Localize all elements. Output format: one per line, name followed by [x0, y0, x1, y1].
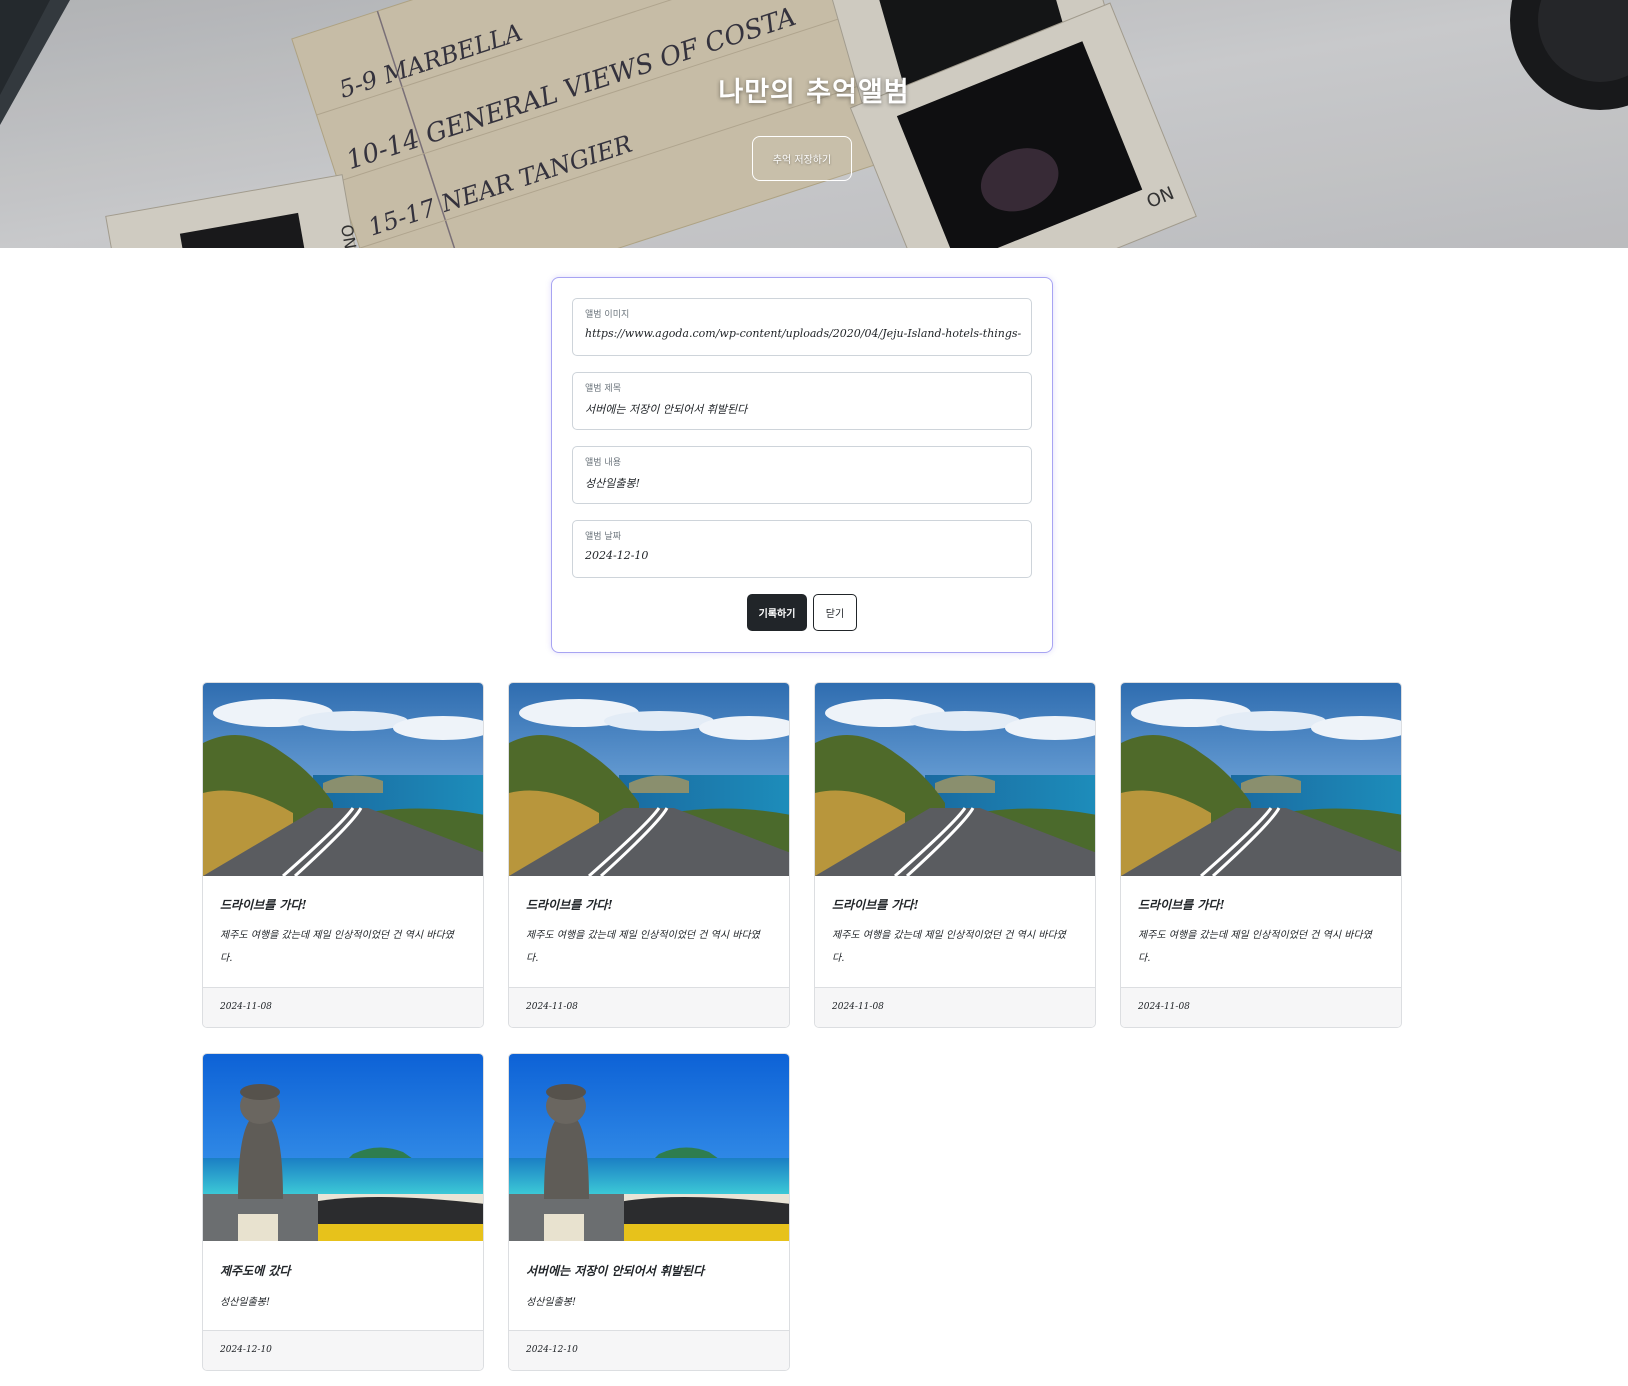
card-date: 2024-11-08 [526, 1002, 578, 1012]
album-card[interactable]: 드라이브를 가다! 제주도 여행을 갔는데 제일 인상적이었던 건 역시 바다였… [202, 682, 484, 1028]
card-date: 2024-12-10 [220, 1345, 272, 1355]
card-image [509, 1054, 790, 1241]
album-content-label: 앨범 내용 [585, 458, 621, 468]
card-footer: 2024-11-08 [815, 987, 1095, 1027]
album-card[interactable]: 드라이브를 가다! 제주도 여행을 갔는데 제일 인상적이었던 건 역시 바다였… [1120, 682, 1402, 1028]
card-footer: 2024-11-08 [509, 987, 789, 1027]
hero-banner: 5-9 MARBELLA 10-14 GENERAL VIEWS OF COST… [0, 0, 1628, 248]
card-text: 제주도 여행을 갔는데 제일 인상적이었던 건 역시 바다였다. [220, 930, 454, 964]
album-form: 앨범 이미지 https://www.agoda.com/wp-content/… [551, 277, 1053, 653]
card-title: 드라이브를 가다! [526, 898, 613, 912]
card-date: 2024-11-08 [1138, 1002, 1190, 1012]
card-footer: 2024-12-10 [203, 1330, 483, 1370]
card-image [203, 1054, 484, 1241]
save-memory-button[interactable]: 추억 저장하기 [752, 136, 852, 181]
card-body: 드라이브를 가다! 제주도 여행을 갔는데 제일 인상적이었던 건 역시 바다였… [203, 876, 483, 988]
card-title: 드라이브를 가다! [1138, 898, 1225, 912]
album-card[interactable]: 드라이브를 가다! 제주도 여행을 갔는데 제일 인상적이었던 건 역시 바다였… [814, 682, 1096, 1028]
card-footer: 2024-12-10 [509, 1330, 789, 1370]
card-body: 드라이브를 가다! 제주도 여행을 갔는데 제일 인상적이었던 건 역시 바다였… [509, 876, 789, 988]
album-image-label: 앨범 이미지 [585, 310, 630, 320]
card-image [203, 683, 484, 876]
album-card[interactable]: 제주도에 갔다 성산일출봉! 2024-12-10 [202, 1053, 484, 1371]
album-title-label: 앨범 제목 [585, 384, 621, 394]
card-body: 드라이브를 가다! 제주도 여행을 갔는데 제일 인상적이었던 건 역시 바다였… [1121, 876, 1401, 988]
card-title: 서버에는 저장이 안되어서 휘발된다 [526, 1264, 705, 1278]
card-date: 2024-11-08 [220, 1002, 272, 1012]
card-footer: 2024-11-08 [1121, 987, 1401, 1027]
card-title: 드라이브를 가다! [832, 898, 919, 912]
album-card[interactable]: 서버에는 저장이 안되어서 휘발된다 성산일출봉! 2024-12-10 [508, 1053, 790, 1371]
card-text: 성산일출봉! [526, 1297, 577, 1308]
card-title: 제주도에 갔다 [220, 1264, 291, 1278]
card-body: 드라이브를 가다! 제주도 여행을 갔는데 제일 인상적이었던 건 역시 바다였… [815, 876, 1095, 988]
card-text: 제주도 여행을 갔는데 제일 인상적이었던 건 역시 바다였다. [1138, 930, 1372, 964]
card-text: 성산일출봉! [220, 1297, 271, 1308]
hero-title: 나만의 추억앨범 [718, 77, 910, 108]
album-content-field[interactable]: 앨범 내용 성산일출봉! [572, 446, 1032, 504]
album-content-value: 성산일출봉! [585, 477, 641, 490]
card-text: 제주도 여행을 갔는데 제일 인상적이었던 건 역시 바다였다. [526, 930, 760, 964]
album-date-value: 2024-12-10 [585, 549, 649, 562]
album-card[interactable]: 드라이브를 가다! 제주도 여행을 갔는데 제일 인상적이었던 건 역시 바다였… [508, 682, 790, 1028]
card-title: 드라이브를 가다! [220, 898, 307, 912]
album-image-value: https://www.agoda.com/wp-content/uploads… [585, 327, 1021, 340]
album-title-field[interactable]: 앨범 제목 서버에는 저장이 안되어서 휘발된다 [572, 372, 1032, 430]
card-image [1121, 683, 1402, 876]
album-image-field[interactable]: 앨범 이미지 https://www.agoda.com/wp-content/… [572, 298, 1032, 356]
card-image [509, 683, 790, 876]
card-footer: 2024-11-08 [203, 987, 483, 1027]
card-date: 2024-12-10 [526, 1345, 578, 1355]
album-date-label: 앨범 날짜 [585, 532, 621, 542]
card-image [815, 683, 1096, 876]
hero-overlay [0, 0, 1628, 248]
album-title-value: 서버에는 저장이 안되어서 휘발된다 [585, 403, 748, 416]
close-button[interactable]: 닫기 [813, 594, 857, 631]
card-text: 제주도 여행을 갔는데 제일 인상적이었던 건 역시 바다였다. [832, 930, 1066, 964]
card-date: 2024-11-08 [832, 1002, 884, 1012]
record-button[interactable]: 기록하기 [747, 594, 807, 631]
album-date-field[interactable]: 앨범 날짜 2024-12-10 [572, 520, 1032, 578]
